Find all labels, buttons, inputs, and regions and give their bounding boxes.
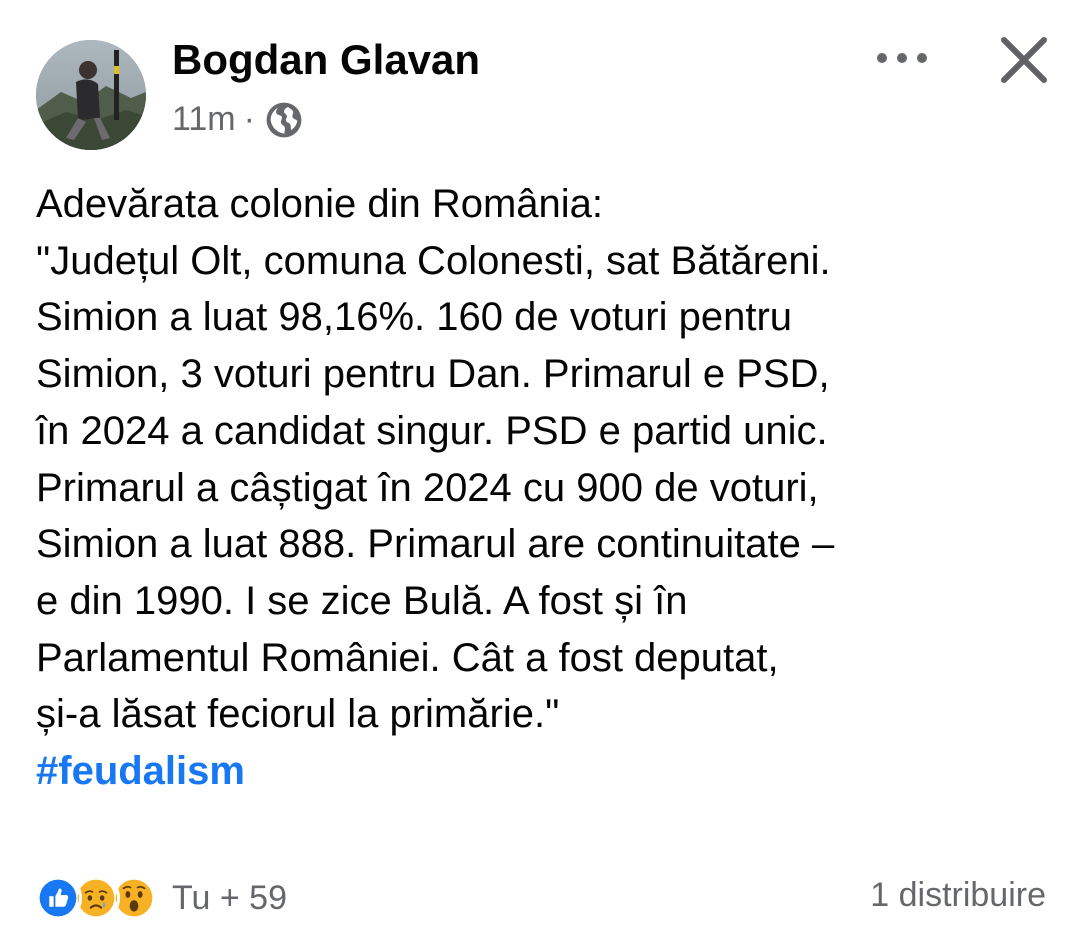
post-text-line: Parlamentul României. Cât a fost deputat…: [36, 635, 779, 680]
post-text-line: "Județul Olt, comuna Colonesti, sat Bătă…: [36, 238, 831, 283]
post-text-line: Simion a luat 888. Primarul are continui…: [36, 522, 835, 567]
post-text-line: Adevărata colonie din România:: [36, 182, 604, 226]
reaction-icons: [34, 874, 158, 922]
post-text-line: Simion a luat 98,16%. 160 de voturi pent…: [36, 295, 793, 340]
post-time[interactable]: 11m: [172, 100, 236, 139]
shares-count[interactable]: 1 distribuire: [870, 876, 1046, 915]
meta-separator: ·: [243, 100, 255, 138]
post-text-line: Primarul a câștigat în 2024 cu 900 de vo…: [36, 465, 819, 510]
author-avatar[interactable]: [36, 40, 146, 150]
avatar-photo: [36, 40, 146, 150]
reaction-count: Tu + 59: [172, 878, 287, 917]
reactions-summary[interactable]: Tu + 59: [34, 874, 287, 922]
more-horizontal-icon: [877, 53, 927, 63]
post-text-line: e din 1990. I se zice Bulă. A fost și în: [36, 578, 688, 623]
author-name[interactable]: Bogdan Glavan: [172, 36, 480, 84]
more-options-button[interactable]: [872, 38, 932, 78]
post-text: Adevărata colonie din România: "Județul …: [36, 176, 1066, 800]
post-text-line: și-a lăsat feciorul la primărie.": [36, 692, 560, 737]
close-icon: [1001, 37, 1047, 83]
post-meta: 11m ·: [172, 100, 303, 139]
hashtag-link[interactable]: #feudalism: [36, 743, 1066, 800]
post-text-line: în 2024 a candidat singur. PSD e partid …: [36, 408, 828, 453]
facebook-post: Bogdan Glavan 11m · Adevărata colonie di…: [0, 0, 1080, 936]
like-icon: [34, 874, 82, 922]
close-button[interactable]: [996, 32, 1052, 88]
post-text-line: Simion, 3 voturi pentru Dan. Primarul e …: [36, 352, 830, 397]
globe-icon[interactable]: [265, 101, 303, 139]
